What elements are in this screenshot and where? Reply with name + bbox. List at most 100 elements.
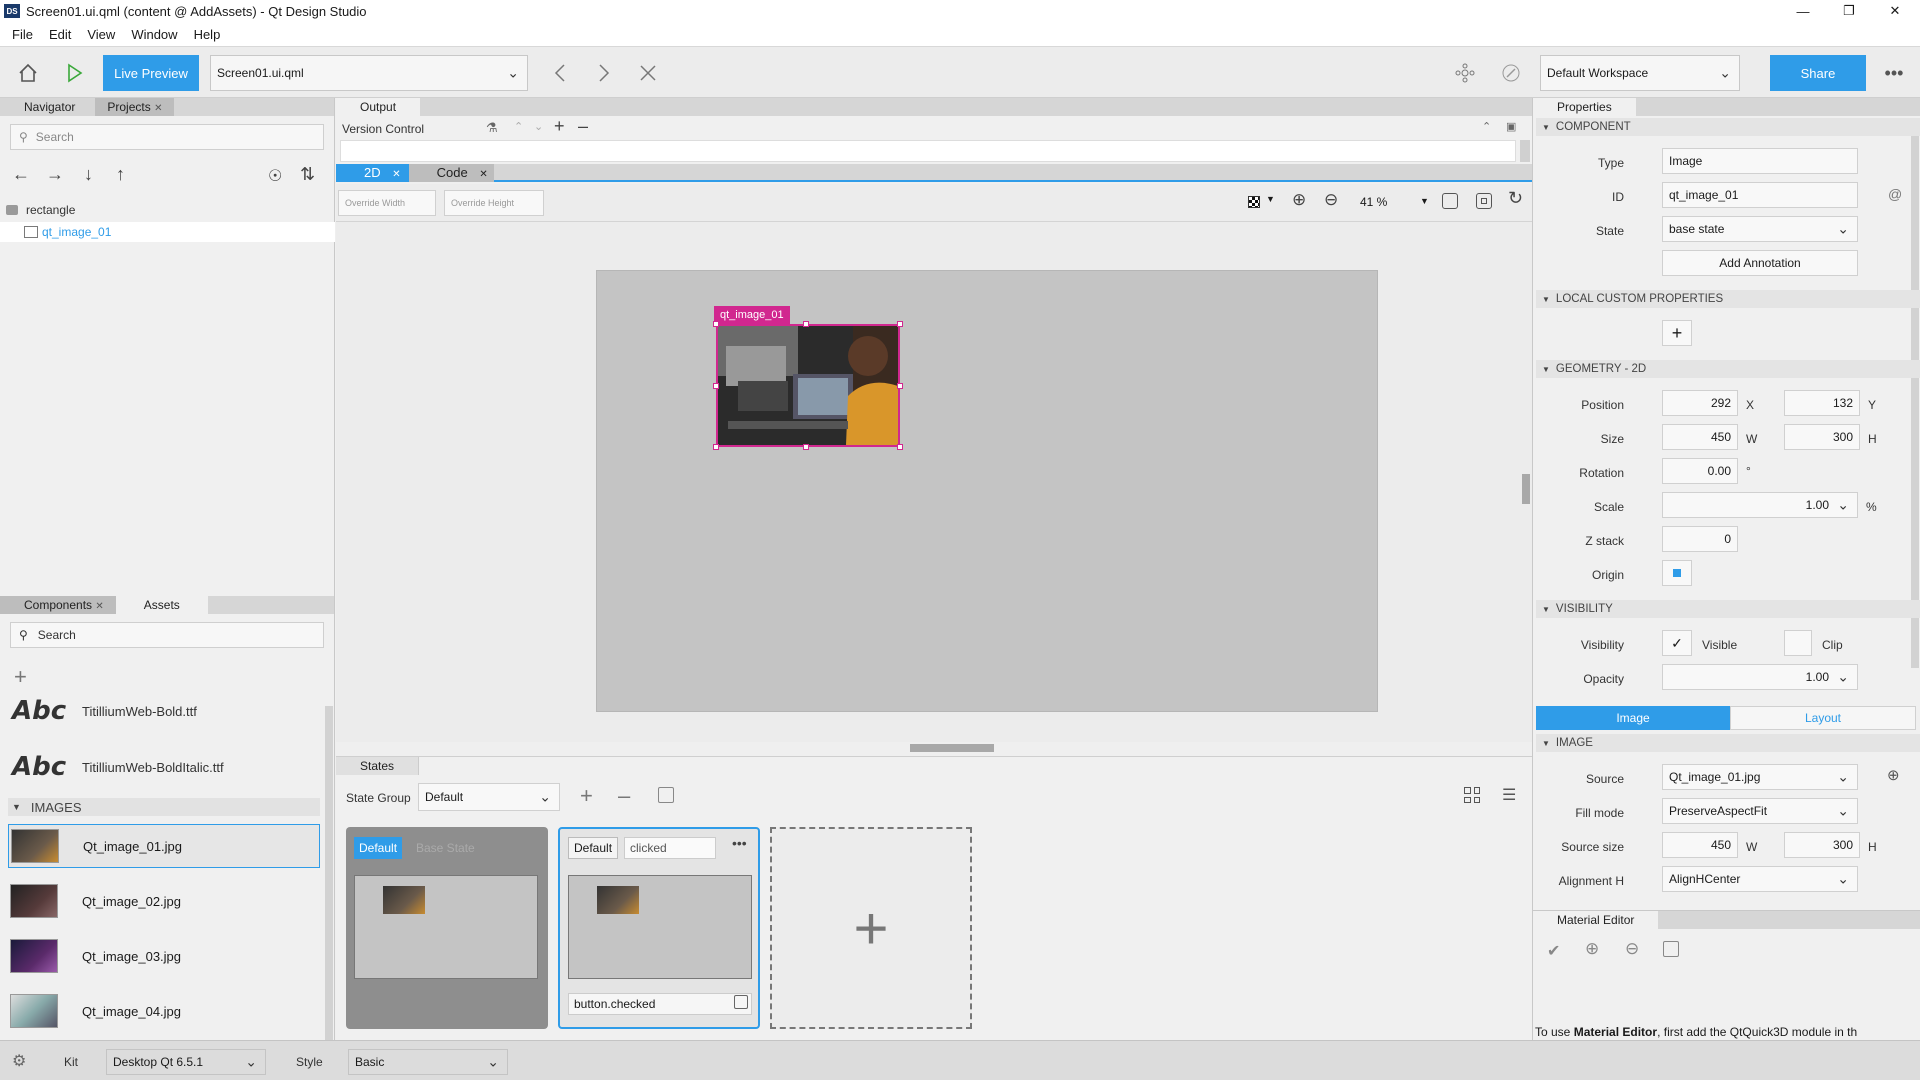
font-asset-name[interactable]: TitilliumWeb-BoldItalic.ttf: [82, 760, 224, 775]
state-group-combo[interactable]: Default ⌄: [418, 783, 560, 811]
vc-remove-icon[interactable]: –: [578, 116, 588, 137]
tab-components[interactable]: Components ✕: [0, 596, 116, 614]
image-asset-row[interactable]: Qt_image_02.jpg: [8, 879, 320, 923]
run-icon[interactable]: [60, 59, 88, 87]
origin-picker[interactable]: [1662, 560, 1692, 586]
navigator-search[interactable]: ⚲ Search: [10, 124, 324, 150]
image-asset-row[interactable]: Qt_image_03.jpg: [8, 934, 320, 978]
assets-scrollbar[interactable]: [325, 706, 333, 1040]
state-condition-field[interactable]: button.checked: [568, 993, 752, 1015]
remove-material-icon[interactable]: ⊖: [1625, 939, 1639, 959]
add-property-icon[interactable]: +: [1662, 320, 1692, 346]
override-width-input[interactable]: Override Width: [338, 190, 436, 216]
fit-selection-icon[interactable]: [1476, 193, 1492, 209]
settings-gear-icon[interactable]: ⚙: [12, 1051, 26, 1071]
rename-state-group-icon[interactable]: [658, 787, 674, 803]
tab-code[interactable]: Code ✕: [408, 164, 494, 182]
state-combo[interactable]: base state ⌄: [1662, 216, 1858, 242]
image-asset-row[interactable]: Qt_image_04.jpg: [8, 989, 320, 1033]
collapse-up-icon[interactable]: ⌃: [1482, 120, 1491, 133]
opacity-spinbox[interactable]: 1.00 ⌄: [1662, 664, 1858, 690]
state-menu-icon[interactable]: •••: [732, 835, 747, 851]
position-y-field[interactable]: 132: [1784, 390, 1860, 416]
sort-icon[interactable]: ⇅: [300, 164, 315, 185]
tab-material-editor[interactable]: Material Editor: [1533, 911, 1659, 929]
workspace-selector[interactable]: Default Workspace ⌄: [1540, 55, 1740, 91]
tab-2d[interactable]: 2D ✕: [336, 164, 409, 182]
alias-export-icon[interactable]: @: [1888, 186, 1902, 202]
font-asset-name[interactable]: TitilliumWeb-Bold.ttf: [82, 704, 197, 719]
vc-up-icon[interactable]: ⌃: [514, 120, 523, 133]
zoom-level-combo[interactable]: 41 %: [1354, 190, 1408, 214]
tab-navigator[interactable]: Navigator: [0, 98, 87, 116]
vc-branch-icon[interactable]: ⚗: [486, 120, 498, 136]
reset-view-icon[interactable]: ↻: [1508, 188, 1523, 209]
add-state-button[interactable]: +: [770, 827, 972, 1029]
id-field[interactable]: qt_image_01: [1662, 182, 1858, 208]
resize-handle[interactable]: [713, 321, 719, 327]
close-document-icon[interactable]: [636, 59, 660, 87]
zoom-in-icon[interactable]: ⊕: [1292, 190, 1306, 210]
add-asset-icon[interactable]: +: [14, 664, 27, 690]
properties-scrollbar[interactable]: [1911, 118, 1919, 668]
resize-handle[interactable]: [897, 444, 903, 450]
tab-assets[interactable]: Assets: [115, 596, 208, 614]
image-asset-row[interactable]: Qt_image_01.jpg: [8, 824, 320, 868]
close-tab-icon[interactable]: ✕: [154, 103, 162, 114]
base-state-card[interactable]: Default Base State: [346, 827, 548, 1029]
home-icon[interactable]: [14, 59, 42, 87]
qt-image-item[interactable]: [716, 324, 900, 447]
output-scrollbar[interactable]: [1520, 140, 1530, 162]
background-color-icon[interactable]: [1248, 196, 1260, 208]
default-badge[interactable]: Default: [354, 837, 403, 859]
state-name-input[interactable]: clicked: [624, 837, 716, 859]
alignment-h-combo[interactable]: AlignHCenter ⌄: [1662, 866, 1858, 892]
size-w-field[interactable]: 450: [1662, 424, 1738, 450]
geometry-section-header[interactable]: ▼ GEOMETRY - 2D: [1536, 360, 1920, 378]
source-combo[interactable]: Qt_image_01.jpg ⌄: [1662, 764, 1858, 790]
chevron-down-icon[interactable]: ▼: [1266, 194, 1275, 204]
kit-combo[interactable]: Desktop Qt 6.5.1 ⌄: [106, 1049, 266, 1075]
close-tab-icon[interactable]: ✕: [392, 169, 400, 180]
close-tab-icon[interactable]: ✕: [479, 169, 487, 180]
chevron-down-icon[interactable]: ▼: [1420, 196, 1429, 206]
back-icon[interactable]: [548, 59, 572, 87]
size-h-field[interactable]: 300: [1784, 424, 1860, 450]
tab-layout-properties[interactable]: Layout: [1730, 706, 1916, 730]
z-stack-field[interactable]: 0: [1662, 526, 1738, 552]
source-width-field[interactable]: 450: [1662, 832, 1738, 858]
override-height-input[interactable]: Override Height: [444, 190, 544, 216]
forward-icon[interactable]: [592, 59, 616, 87]
tab-states[interactable]: States: [336, 757, 420, 775]
tree-item-rectangle[interactable]: rectangle: [0, 200, 335, 220]
source-height-field[interactable]: 300: [1784, 832, 1860, 858]
canvas-horizontal-scrollbar[interactable]: [910, 744, 994, 752]
edit-annotations-icon[interactable]: [1500, 61, 1522, 85]
menu-help[interactable]: Help: [186, 27, 229, 42]
add-material-icon[interactable]: ⊕: [1585, 939, 1599, 959]
fit-to-view-icon[interactable]: [1442, 193, 1458, 209]
zoom-out-icon[interactable]: ⊖: [1324, 190, 1338, 210]
image-section-header[interactable]: ▼ IMAGE: [1536, 734, 1920, 752]
restore-icon[interactable]: ❐: [1826, 0, 1872, 22]
local-custom-properties-header[interactable]: ▼ LOCAL CUSTOM PROPERTIES: [1536, 290, 1920, 308]
images-section-header[interactable]: ▼ IMAGES: [8, 798, 320, 816]
resize-handle[interactable]: [713, 383, 719, 389]
share-button[interactable]: Share: [1770, 55, 1866, 91]
style-combo[interactable]: Basic ⌄: [348, 1049, 508, 1075]
add-annotation-button[interactable]: Add Annotation: [1662, 250, 1858, 276]
float-icon[interactable]: ▣: [1506, 120, 1516, 133]
menu-file[interactable]: File: [4, 27, 41, 42]
close-icon[interactable]: ✕: [1872, 0, 1918, 22]
apply-material-icon[interactable]: ✔: [1547, 941, 1560, 961]
minimize-icon[interactable]: —: [1780, 0, 1826, 22]
list-view-icon[interactable]: ☰: [1502, 785, 1516, 805]
arrow-right-icon[interactable]: →: [46, 164, 64, 185]
vc-add-icon[interactable]: +: [554, 116, 565, 137]
tree-item-qt-image[interactable]: qt_image_01: [0, 222, 335, 242]
fill-mode-combo[interactable]: PreserveAspectFit ⌄: [1662, 798, 1858, 824]
resize-handle[interactable]: [713, 444, 719, 450]
version-control-output[interactable]: [340, 140, 1516, 162]
close-tab-icon[interactable]: ✕: [95, 601, 103, 612]
tab-properties[interactable]: Properties: [1533, 98, 1636, 116]
